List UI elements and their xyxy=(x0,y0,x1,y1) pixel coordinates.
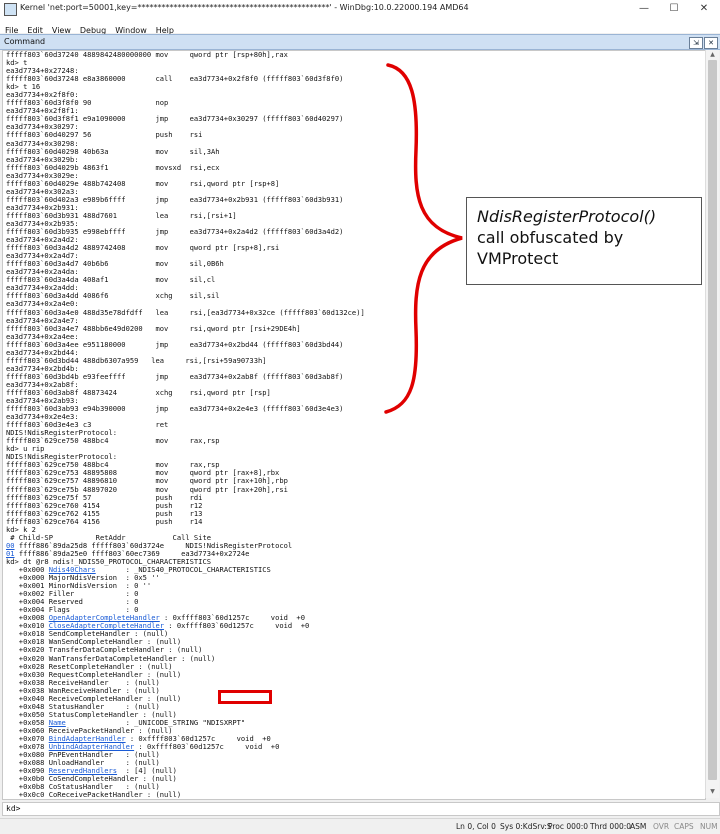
output-line: fffff803`60d3a4ee e951180000 jmp ea3d773… xyxy=(6,339,344,349)
command-input-row: kd> xyxy=(2,802,720,816)
output-line: fffff803`60d3a4e0 488d35e78dfdff lea rsi… xyxy=(6,307,365,317)
output-line: fffff803`60d37240 4889842480000000 mov q… xyxy=(6,50,288,59)
output-line: kd> t 16 xyxy=(6,82,41,92)
output-line: fffff803`60d3a4dd 4086f6 xchg sil,sil xyxy=(6,291,220,301)
output-line: fffff803`60d3bd44 488db6307a959 lea rsi,… xyxy=(6,355,267,365)
output-line: fffff803`60d4029e 488b742408 mov rsi,qwo… xyxy=(6,178,280,188)
output-line: fffff803`629ce750 488bc4 mov rax,rsp xyxy=(6,436,220,446)
scrollbar-thumb[interactable] xyxy=(708,60,717,780)
status-ovr: OVR xyxy=(653,822,670,831)
status-num: NUM xyxy=(700,822,718,831)
status-sys: Sys 0:KdSrv:S xyxy=(500,822,552,831)
menu-bar: File Edit View Debug Window Help xyxy=(0,18,720,35)
scroll-down-icon[interactable]: ▼ xyxy=(708,788,717,796)
status-ln-col: Ln 0, Col 0 xyxy=(456,822,496,831)
window-title: Kernel 'net:port=50001,key=*************… xyxy=(20,3,469,12)
output-line: fffff803`629ce764 4156 push r14 xyxy=(6,516,203,526)
command-prompt: kd> xyxy=(6,804,21,813)
output-line: +0x0c8 CoAfRegisterNotifyHandler : (null… xyxy=(19,799,194,800)
status-asm: ASM xyxy=(630,822,647,831)
output-line: fffff803`60d3ab93 e94b390000 jmp ea3d773… xyxy=(6,404,344,414)
command-output[interactable]: fffff803`60d37240 4889842480000000 mov q… xyxy=(2,50,706,800)
close-icon[interactable]: ✕ xyxy=(690,1,718,16)
command-input[interactable] xyxy=(29,803,709,814)
output-line: fffff803`60d40298 40b63a mov sil,3Ah xyxy=(6,146,220,156)
output-line: fffff803`60d40297 56 push rsi xyxy=(6,130,203,140)
output-line: fffff803`60d4029b 4863f1 movsxd rsi,ecx xyxy=(6,162,220,172)
status-caps: CAPS xyxy=(674,822,694,831)
panel-dock-icon[interactable]: ⇲ xyxy=(689,37,703,49)
command-panel-header: Command ⇲ ✕ xyxy=(0,34,720,50)
scroll-up-icon[interactable]: ▲ xyxy=(708,51,717,59)
output-line: fffff803`60d3f8f1 e9a1090000 jmp ea3d773… xyxy=(6,114,344,124)
title-bar: Kernel 'net:port=50001,key=*************… xyxy=(0,0,720,19)
output-line: fffff803`60d3ab8f 48873424 xchg rsi,qwor… xyxy=(6,387,271,397)
name-highlight-box xyxy=(218,690,272,704)
annotation-function-name: NdisRegisterProtocol() xyxy=(477,207,657,226)
minimize-icon[interactable]: — xyxy=(630,1,658,16)
output-line: fffff803`60d37248 e8a3860000 call ea3d77… xyxy=(6,74,344,84)
output-line: kd> t xyxy=(6,58,28,68)
vertical-scrollbar[interactable]: ▲ ▼ xyxy=(705,50,719,798)
windbg-app-icon xyxy=(4,3,17,16)
output-line: fffff803`60d3a4e7 488bb6e49d0200 mov rsi… xyxy=(6,323,301,333)
panel-title: Command xyxy=(4,37,46,46)
status-bar: Ln 0, Col 0 Sys 0:KdSrv:S Proc 000:0 Thr… xyxy=(0,818,720,834)
panel-close-icon[interactable]: ✕ xyxy=(704,37,718,49)
output-line: fffff803`60d3f8f0 90 nop xyxy=(6,98,169,108)
annotation-text: call obfuscated by VMProtect xyxy=(477,228,624,268)
maximize-icon[interactable]: ☐ xyxy=(660,1,688,16)
annotation-callout: NdisRegisterProtocol() call obfuscated b… xyxy=(466,197,702,285)
status-proc: Proc 000:0 xyxy=(548,822,589,831)
output-line: fffff803`60d3bd4b e93feeffff jmp ea3d773… xyxy=(6,371,344,381)
status-thrd: Thrd 000:0 xyxy=(590,822,632,831)
